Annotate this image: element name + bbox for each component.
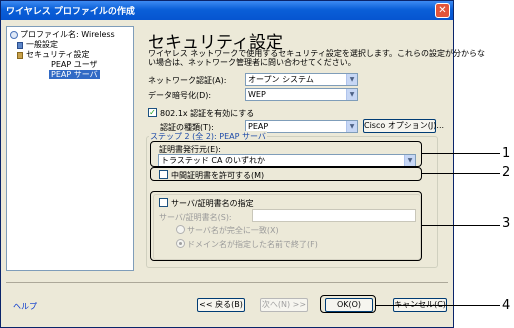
callout-box-4 — [320, 295, 376, 313]
encryption-select[interactable]: WEP ▼ — [245, 88, 358, 101]
network-auth-label: ネットワーク認証(A): — [148, 76, 227, 85]
callout-line-2 — [422, 173, 500, 174]
tree-item-peap-user[interactable]: PEAP ユーザ — [51, 60, 98, 70]
tree-item-label: 一般設定 — [26, 40, 58, 49]
description-line: ワイヤレス ネットワークで使用するセキュリティ設定を選択します。これらの設定が分… — [148, 49, 486, 58]
network-auth-select[interactable]: オープン システム ▼ — [245, 73, 358, 86]
window-title: ワイヤレス プロファイルの作成 — [6, 7, 135, 17]
tree-item-profile[interactable]: プロファイル名: Wireless — [20, 30, 115, 40]
tree-item-label: プロファイル名: Wireless — [20, 30, 115, 39]
callout-box-1 — [150, 141, 422, 167]
profile-tree[interactable]: プロファイル名: Wireless 一般設定 セキュリティ設定 PEAP ユーザ… — [6, 26, 134, 271]
callout-line-3 — [422, 225, 500, 226]
enable-8021x-checkbox[interactable]: ✓ — [148, 108, 157, 117]
page-description: ワイヤレス ネットワークで使用するセキュリティ設定を選択します。これらの設定が分… — [148, 49, 486, 67]
tree-item-label: セキュリティ設定 — [26, 50, 90, 59]
description-line: い場合は、ネットワーク管理者に問い合わせてください。 — [148, 58, 356, 67]
callout-box-3 — [150, 191, 422, 261]
tree-item-label: PEAP ユーザ — [51, 60, 98, 69]
footer-divider — [6, 282, 448, 283]
chevron-down-icon: ▼ — [346, 121, 357, 132]
callout-number-2: 2 — [502, 165, 511, 180]
tree-item-label: PEAP サーバ — [49, 70, 100, 79]
callout-number-1: 1 — [502, 146, 511, 161]
title-bar[interactable]: ワイヤレス プロファイルの作成 ✕ — [1, 1, 453, 20]
cisco-options-button[interactable]: Cisco オプション(J)... — [363, 119, 444, 133]
help-link[interactable]: ヘルプ — [13, 301, 37, 312]
chevron-down-icon: ▼ — [346, 74, 357, 85]
encryption-value: WEP — [248, 90, 266, 99]
callout-number-4: 4 — [502, 298, 511, 313]
enable-8021x-label: 802.1x 認証を有効にする — [160, 109, 255, 118]
encryption-label: データ暗号化(D): — [148, 91, 212, 100]
next-button[interactable]: 次へ(N) >> — [260, 298, 308, 312]
callout-box-2 — [150, 167, 422, 181]
tree-item-security[interactable]: セキュリティ設定 — [26, 50, 90, 60]
wireless-profile-icon — [10, 31, 18, 39]
back-button[interactable]: << 戻る(B) — [197, 298, 245, 312]
tree-item-general[interactable]: 一般設定 — [26, 40, 58, 50]
callout-line-1 — [422, 153, 500, 154]
callout-line-4 — [376, 305, 500, 306]
chevron-down-icon: ▼ — [346, 89, 357, 100]
general-settings-icon — [17, 42, 23, 49]
network-auth-value: オープン システム — [248, 75, 314, 84]
close-button[interactable]: ✕ — [435, 3, 450, 18]
auth-type-value: PEAP — [248, 122, 269, 131]
tree-item-peap-server[interactable]: PEAP サーバ — [49, 70, 100, 80]
callout-number-3: 3 — [502, 216, 511, 231]
security-settings-icon — [17, 52, 23, 59]
